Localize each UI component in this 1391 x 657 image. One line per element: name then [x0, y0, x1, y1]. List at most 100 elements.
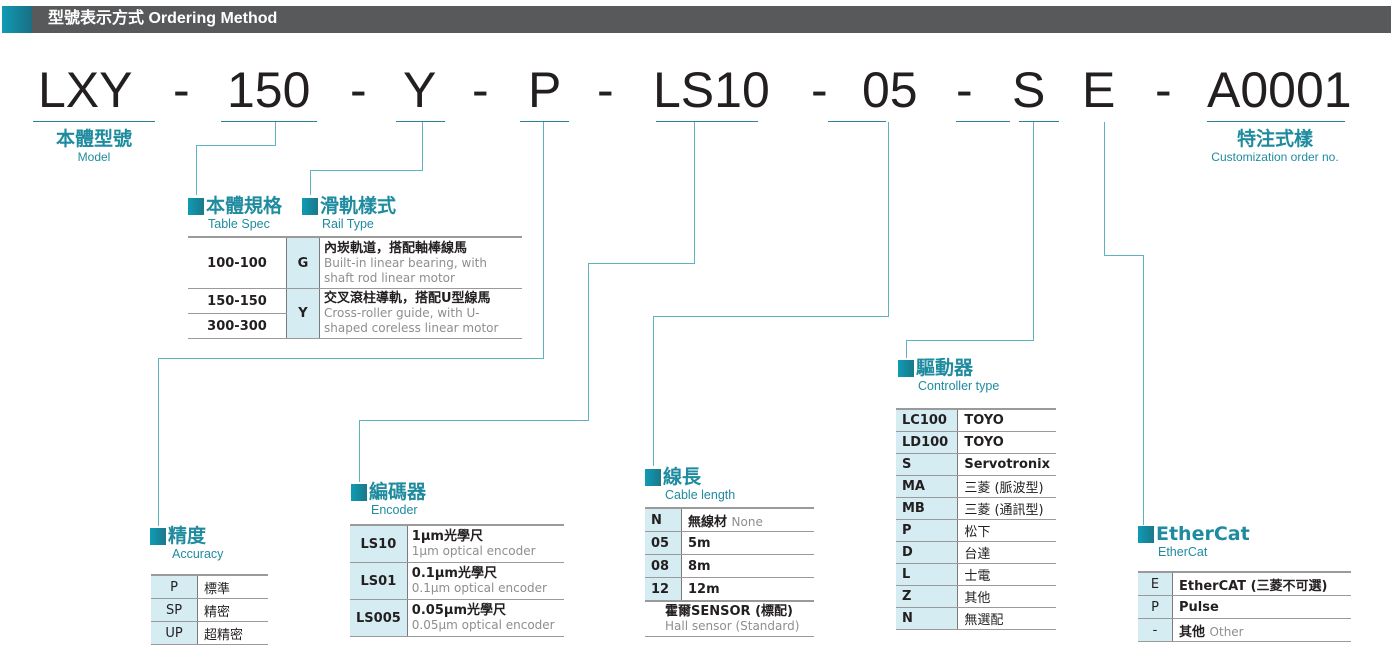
encoder-desc: 1μm光學尺 1μm optical encoder: [407, 524, 564, 563]
table-row: 12 12m: [645, 577, 814, 602]
cable-desc-en: None: [731, 514, 763, 529]
accuracy-desc: 精密: [197, 598, 268, 622]
cable-desc: 12m: [681, 577, 814, 602]
connector-line: [359, 420, 360, 482]
accuracy-subtitle: Accuracy: [172, 547, 224, 561]
controller-desc: 無選配: [957, 607, 1056, 630]
table-row: MB 三菱 (通訊型): [896, 497, 1056, 520]
underline-table-spec: [221, 121, 317, 122]
cable-heading: 線長 Cable length: [645, 466, 735, 502]
encoder-desc-zh: 0.05μm光學尺: [411, 603, 506, 618]
underline-custom: [1207, 121, 1345, 122]
controller-code: MA: [896, 475, 959, 498]
encoder-code: LS005: [350, 599, 408, 637]
code-cable: 05: [862, 62, 918, 118]
encoder-desc-en: 1μm optical encoder: [411, 544, 536, 558]
rail-type-table: 100-100 G 內崁軌道，搭配軸棒線馬 Built-in linear be…: [188, 236, 522, 339]
controller-heading: 驅動器 Controller type: [898, 357, 999, 393]
connector-line: [543, 122, 544, 358]
cable-desc: 無線材 None: [681, 507, 814, 532]
code-model: LXY: [38, 62, 133, 118]
ethercat-table: E EtherCAT (三菱不可選) P Pulse - 其他 Other: [1138, 571, 1351, 642]
table-row: D 台達: [896, 541, 1056, 564]
controller-desc: 松下: [957, 519, 1056, 542]
controller-title: 驅動器: [916, 357, 974, 379]
connector-line: [588, 263, 589, 420]
cable-subtitle: Cable length: [665, 488, 736, 502]
controller-desc: 台達: [957, 541, 1056, 564]
code-dash: -: [472, 62, 489, 118]
table-row: - 其他 Other: [1138, 618, 1351, 642]
encoder-desc-zh: 0.1μm光學尺: [411, 566, 497, 581]
ethercat-title: EtherCat: [1156, 523, 1250, 545]
table-row: LS005 0.05μm光學尺 0.05μm optical encoder: [350, 599, 564, 637]
model-subtitle: Model: [77, 150, 111, 164]
controller-desc: TOYO: [957, 431, 1056, 454]
encoder-code: LS10: [350, 524, 408, 563]
table-spec-subtitle: Table Spec: [208, 217, 270, 231]
encoder-title: 編碼器: [369, 481, 427, 503]
ethercat-code: E: [1138, 571, 1173, 596]
controller-desc: Servotronix: [957, 453, 1056, 476]
connector-line: [588, 263, 695, 264]
code-dash: -: [1155, 62, 1172, 118]
controller-subtitle: Controller type: [918, 379, 1000, 393]
encoder-desc: 0.05μm光學尺 0.05μm optical encoder: [407, 599, 564, 637]
table-row: P 松下: [896, 519, 1056, 542]
header-accent: [2, 6, 32, 33]
underline-rail-type: [396, 121, 445, 122]
code-dash: -: [597, 62, 614, 118]
controller-desc: 其他: [957, 585, 1056, 608]
table-row: 08 8m: [645, 554, 814, 578]
ethercat-heading: EtherCat EtherCat: [1138, 523, 1250, 559]
code-dash: -: [811, 62, 828, 118]
table-row: LD100 TOYO: [896, 431, 1056, 454]
connector-line: [906, 340, 907, 358]
accuracy-desc: 標準: [197, 574, 268, 599]
table-row: E EtherCAT (三菱不可選): [1138, 571, 1351, 596]
ethercat-code: P: [1138, 595, 1173, 619]
table-row: S Servotronix: [896, 453, 1056, 476]
underline-model: [33, 121, 155, 122]
ethercat-desc: 其他 Other: [1172, 618, 1351, 642]
code-table-spec: 150: [227, 62, 311, 118]
cable-title: 線長: [663, 466, 702, 488]
cable-table: N 無線材 None 05 5m 08 8m 12 12m 霍爾SENSOR (標配) H…: [645, 507, 814, 637]
encoder-subtitle: Encoder: [371, 503, 418, 517]
encoder-desc-en: 0.1μm optical encoder: [411, 581, 547, 595]
code-dash: -: [173, 62, 190, 118]
underline-accuracy: [520, 121, 569, 122]
controller-code: D: [896, 541, 959, 564]
underline-encoder: [656, 121, 758, 122]
section-marker-icon: [898, 359, 914, 377]
ethercat-code: -: [1138, 618, 1173, 642]
controller-code: N: [896, 607, 959, 630]
connector-line: [1104, 122, 1105, 255]
controller-desc: 士電: [957, 563, 1056, 586]
table-row: L 士電: [896, 563, 1056, 586]
table-row: P 標準: [151, 574, 268, 599]
connector-line: [310, 170, 311, 195]
table-spec-title: 本體規格: [206, 195, 283, 217]
section-marker-icon: [150, 527, 166, 545]
encoder-table: LS10 1μm光學尺 1μm optical encoder LS01 0.1μm光…: [350, 524, 564, 637]
ethercat-desc: Pulse: [1172, 595, 1351, 619]
controller-code: Z: [896, 585, 959, 608]
connector-line: [1104, 255, 1144, 256]
section-marker-icon: [645, 468, 661, 486]
model-label: 本體型號 Model: [33, 128, 155, 164]
rail-desc-cell: 交叉滾柱導軌，搭配U型線馬 Cross-roller guide, with U…: [319, 288, 522, 339]
ethercat-desc: EtherCAT (三菱不可選): [1172, 571, 1351, 596]
encoder-desc-en: 0.05μm optical encoder: [411, 618, 555, 632]
accuracy-code: UP: [151, 621, 198, 645]
cable-desc-zh: 無線材: [688, 514, 728, 530]
connector-line: [359, 420, 589, 421]
table-row: 05 5m: [645, 531, 814, 555]
connector-line: [653, 316, 654, 466]
connector-line: [694, 122, 695, 263]
accuracy-code: P: [151, 574, 198, 599]
spec-cell: 100-100: [188, 236, 287, 289]
underline-ethercat: [1019, 121, 1059, 122]
cable-note-en: Hall sensor (Standard): [665, 619, 800, 633]
controller-code: S: [896, 453, 959, 476]
